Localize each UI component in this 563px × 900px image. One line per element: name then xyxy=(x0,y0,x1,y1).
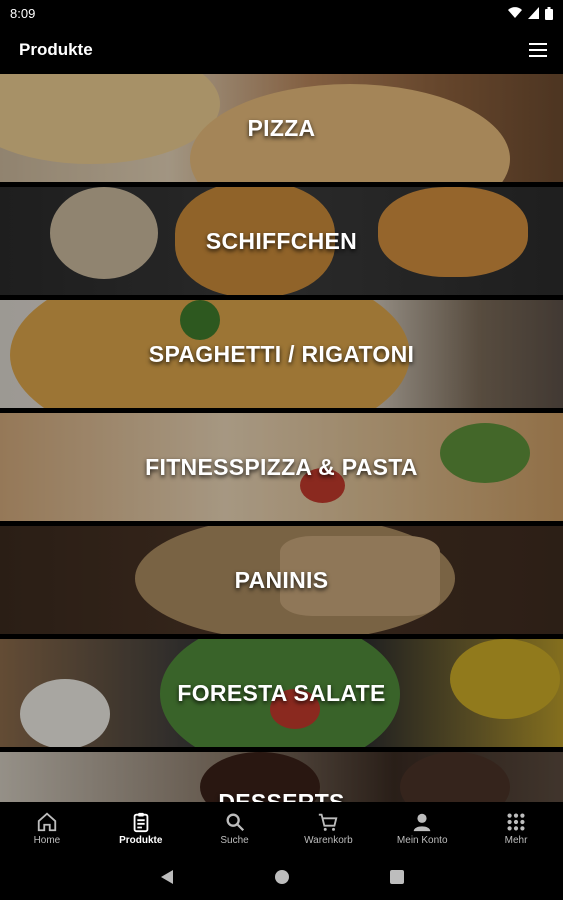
category-fitnesspizza-pasta[interactable]: FITNESSPIZZA & PASTA xyxy=(0,413,563,521)
wifi-icon xyxy=(508,7,522,19)
back-icon[interactable] xyxy=(160,869,174,885)
category-spaghetti-rigatoni[interactable]: SPAGHETTI / RIGATONI xyxy=(0,300,563,408)
home-icon xyxy=(37,812,57,831)
nav-produkte[interactable]: Produkte xyxy=(101,811,181,846)
page-title: Produkte xyxy=(19,40,93,59)
nav-label: Warenkorb xyxy=(304,834,353,846)
status-icons xyxy=(508,6,553,20)
category-label: SPAGHETTI / RIGATONI xyxy=(148,340,415,367)
clipboard-icon xyxy=(133,812,149,832)
category-list: PIZZA SCHIFFCHEN SPAGHETTI / RIGATONI FI… xyxy=(0,74,563,802)
person-icon xyxy=(413,813,431,831)
nav-home[interactable]: Home xyxy=(7,811,87,846)
nav-mein-konto[interactable]: Mein Konto xyxy=(382,811,462,846)
status-time: 8:09 xyxy=(10,5,36,21)
nav-mehr[interactable]: Mehr xyxy=(476,811,556,846)
category-desserts[interactable]: DESSERTS xyxy=(0,752,563,802)
system-navigation-bar xyxy=(0,854,563,900)
category-label: PIZZA xyxy=(247,114,316,141)
category-label: FORESTA SALATE xyxy=(177,679,386,706)
list-view-icon[interactable] xyxy=(529,43,547,57)
category-schiffchen[interactable]: SCHIFFCHEN xyxy=(0,187,563,295)
nav-label: Mehr xyxy=(504,834,528,846)
nav-label: Mein Konto xyxy=(396,834,448,846)
nav-label: Produkte xyxy=(119,834,163,846)
nav-warenkorb[interactable]: Warenkorb xyxy=(288,811,368,846)
home-circle-icon[interactable] xyxy=(274,869,290,885)
category-label: FITNESSPIZZA & PASTA xyxy=(145,453,418,480)
category-label: DESSERTS xyxy=(218,789,345,802)
app-bar: Produkte xyxy=(0,26,563,74)
category-paninis[interactable]: PANINIS xyxy=(0,526,563,634)
battery-icon xyxy=(545,6,553,20)
nav-label: Suche xyxy=(220,834,249,846)
category-label: PANINIS xyxy=(234,566,329,593)
bottom-navigation: Home Produkte Suche Warenkorb Mein Konto… xyxy=(0,802,563,854)
grid-icon xyxy=(507,812,525,831)
category-label: SCHIFFCHEN xyxy=(205,227,358,254)
nav-suche[interactable]: Suche xyxy=(195,811,275,846)
category-foresta-salate[interactable]: FORESTA SALATE xyxy=(0,639,563,747)
signal-icon xyxy=(528,7,539,19)
category-pizza[interactable]: PIZZA xyxy=(0,74,563,182)
cart-icon xyxy=(319,813,338,831)
nav-label: Home xyxy=(33,834,61,846)
search-icon xyxy=(226,813,244,831)
status-bar: 8:09 xyxy=(0,0,563,26)
recents-icon[interactable] xyxy=(389,870,404,884)
